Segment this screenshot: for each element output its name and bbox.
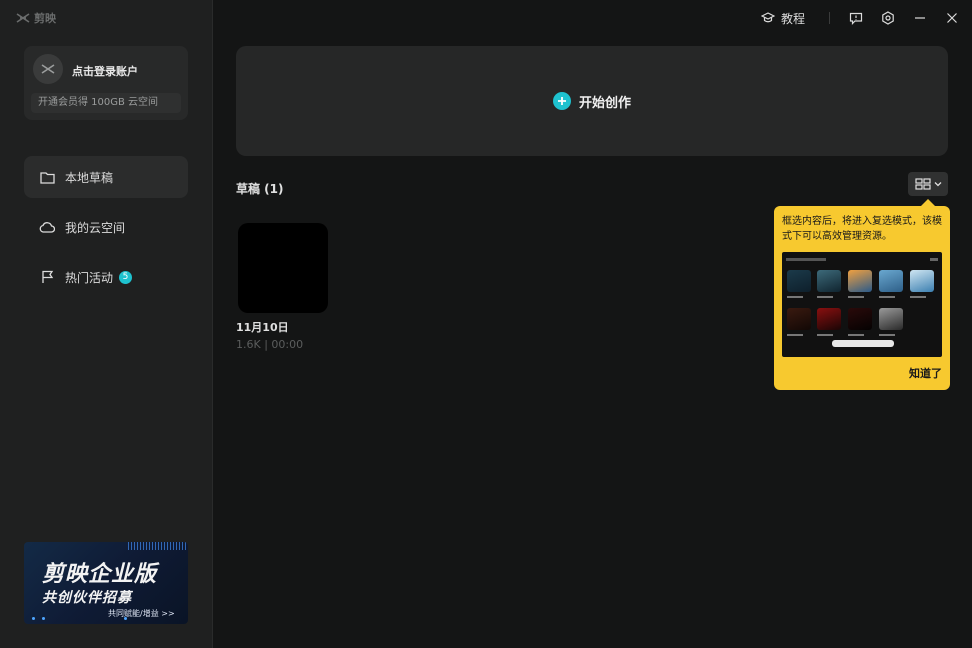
chevron-down-icon [934, 182, 941, 187]
flag-icon [39, 269, 55, 285]
sidebar-item-hot-events[interactable]: 热门活动 5 [24, 256, 188, 298]
minimize-icon [915, 17, 925, 19]
banner-decoration-dot [42, 617, 45, 620]
tooltip-preview-image [782, 252, 942, 357]
settings-button[interactable] [872, 0, 904, 36]
promo-title: 剪映企业版 [42, 562, 158, 587]
sidebar-item-local-drafts[interactable]: 本地草稿 [24, 156, 188, 198]
banner-decoration [128, 542, 188, 550]
start-create-button[interactable]: 开始创作 [236, 46, 948, 156]
notification-badge: 5 [119, 270, 133, 284]
gear-icon [882, 11, 894, 25]
tutorial-button[interactable]: 教程 [760, 10, 805, 27]
feedback-button[interactable] [840, 0, 872, 36]
title-bar: 教程 [760, 0, 972, 36]
multi-select-tooltip: 框选内容后，将进入复选模式，该模式下可以高效管理资源。 知道了 [774, 199, 950, 390]
sidebar-item-label: 热门活动 [65, 270, 114, 285]
draft-title: 11月10日 [236, 321, 289, 334]
promo-subtitle: 共创伙伴招募 [42, 590, 132, 606]
promo-banner[interactable]: 剪映企业版 共创伙伴招募 共同赋能/增益 >> [24, 542, 188, 624]
promo-cta-link[interactable]: 共同赋能/增益 >> [108, 608, 175, 619]
tooltip-arrow [921, 199, 935, 206]
sidebar-item-cloud-space[interactable]: 我的云空间 [24, 206, 188, 248]
graduation-cap-icon [760, 12, 775, 23]
capcut-logo-icon [16, 13, 30, 23]
tooltip-dismiss-button[interactable]: 知道了 [909, 365, 942, 381]
banner-decoration-dot [124, 617, 127, 620]
banner-decoration-dot [32, 617, 35, 620]
view-mode-toggle[interactable] [908, 172, 948, 196]
avatar-logo-icon [41, 64, 55, 74]
grid-list-icon [914, 178, 931, 190]
app-logo: 剪映 [16, 10, 56, 26]
cloud-icon [39, 219, 55, 235]
folder-icon [39, 169, 55, 185]
draft-card[interactable]: 11月10日 1.6K | 00:00 [236, 223, 328, 351]
close-icon [947, 13, 957, 23]
tutorial-label: 教程 [780, 11, 805, 26]
sidebar-item-label: 我的云空间 [65, 220, 126, 235]
avatar[interactable] [33, 54, 63, 84]
vip-promo-strip[interactable]: 开通会员得 100GB 云空间 [31, 93, 181, 113]
tooltip-text: 框选内容后，将进入复选模式，该模式下可以高效管理资源。 [782, 216, 942, 242]
app-name: 剪映 [34, 12, 56, 25]
draft-meta: 1.6K | 00:00 [236, 338, 304, 351]
account-card[interactable]: 点击登录账户 开通会员得 100GB 云空间 [24, 46, 188, 120]
draft-thumbnail[interactable] [238, 223, 328, 313]
sidebar-item-label: 本地草稿 [65, 170, 114, 185]
start-create-label: 开始创作 [578, 95, 631, 111]
plus-icon [552, 92, 571, 110]
sidebar: 剪映 点击登录账户 开通会员得 100GB 云空间 本地草稿 我的云空间 热门活… [0, 0, 213, 648]
drafts-header: 草稿 (1) [236, 182, 284, 196]
feedback-icon [849, 12, 863, 25]
minimize-button[interactable] [904, 0, 936, 36]
divider [829, 12, 830, 24]
close-button[interactable] [936, 0, 968, 36]
login-link[interactable]: 点击登录账户 [72, 63, 138, 79]
